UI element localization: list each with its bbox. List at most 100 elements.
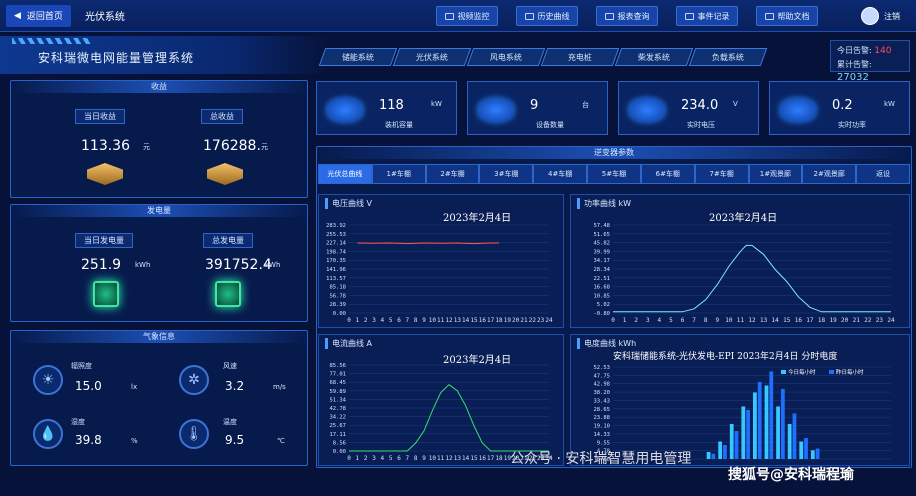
energy-bar	[753, 392, 757, 459]
y-tick-label: 38.20	[593, 390, 610, 396]
x-tick-label: 19	[504, 317, 512, 324]
logout-link[interactable]: 注销	[884, 11, 900, 22]
income-panel: 收益 当日收益 总收益 113.36 元 176288. 元	[10, 80, 308, 198]
tab-carport-6[interactable]: 6#车棚	[640, 164, 695, 184]
tab-gallery-1[interactable]: 1#观景廊	[748, 164, 803, 184]
x-tick-label: 23	[537, 317, 545, 324]
today-generation-value: 251.9	[81, 257, 122, 273]
tab-pv-total[interactable]: 光伏总曲线	[318, 164, 372, 184]
y-tick-label: 52.53	[593, 365, 610, 371]
x-tick-label: 14	[772, 317, 780, 324]
y-tick-label: 14.33	[593, 432, 610, 438]
x-tick-label: 16	[479, 317, 487, 324]
tab-reset[interactable]: 返设	[856, 164, 910, 184]
tab-carport-3[interactable]: 3#车棚	[479, 164, 534, 184]
x-tick-label: 9	[715, 317, 719, 324]
back-home-button[interactable]: ◀ 返回首页	[6, 4, 71, 27]
lightning-icon	[327, 98, 363, 122]
energy-bar	[746, 409, 750, 459]
nav-tab-diesel[interactable]: 柴发系统	[614, 48, 694, 66]
x-tick-label: 16	[479, 455, 487, 462]
tab-carport-5[interactable]: 5#车棚	[587, 164, 641, 184]
help-doc-button[interactable]: 帮助文档	[756, 6, 818, 26]
y-tick-label: 28.65	[593, 407, 610, 413]
video-monitor-button[interactable]: 视频监控	[436, 6, 498, 26]
y-tick-label: 16.68	[593, 285, 610, 291]
tab-carport-4[interactable]: 4#车棚	[533, 164, 588, 184]
nav-tab-storage[interactable]: 储能系统	[318, 48, 398, 66]
voltage-plot: 283.92 255.53 227.14 198.74 170.35 141.96 113.…	[326, 223, 553, 324]
x-tick-label: 24	[545, 317, 553, 324]
tab-carport-1[interactable]: 1#车棚	[371, 164, 426, 184]
x-tick-label: 3	[372, 317, 376, 324]
stat-card-voltage: 234.0 V 实时电压	[618, 81, 759, 135]
energy-bar	[787, 423, 792, 459]
nav-tab-wind[interactable]: 风电系统	[466, 48, 546, 66]
temperature-value: 9.5	[225, 433, 245, 447]
energy-bar	[764, 385, 769, 459]
user-avatar-icon[interactable]	[861, 7, 879, 25]
x-tick-label: 6	[397, 455, 401, 462]
y-tick-label: 39.99	[593, 249, 610, 255]
inverter-title: 逆变器参数	[317, 147, 911, 159]
x-tick-label: 18	[818, 317, 826, 324]
nav-tab-load[interactable]: 负载系统	[688, 48, 768, 66]
energy-bar	[810, 450, 815, 459]
back-arrow-icon: ◀	[14, 10, 21, 21]
total-income-value: 176288.	[203, 138, 261, 154]
energy-bar	[706, 451, 711, 459]
x-tick-label: 1	[356, 317, 360, 324]
x-tick-label: 21	[853, 317, 861, 324]
y-tick-label: 227.14	[326, 241, 347, 247]
energy-bar	[776, 406, 780, 459]
nav-tab-pv[interactable]: 光伏系统	[392, 48, 472, 66]
nav-tab-charger[interactable]: 充电桩	[540, 48, 620, 66]
x-tick-label: 24	[887, 317, 895, 324]
x-tick-label: 13	[760, 317, 768, 324]
x-tick-label: 20	[512, 317, 520, 324]
gold-box-icon	[207, 163, 243, 185]
x-tick-label: 23	[876, 317, 884, 324]
voltage-chart: 电压曲线 V 2023年2月4日 283.92 255.53 227.14 198.7…	[318, 194, 564, 328]
x-tick-label: 20	[841, 317, 849, 324]
y-tick-label: -0.80	[593, 311, 610, 317]
x-tick-label: 5	[669, 317, 673, 324]
x-tick-label: 1	[623, 317, 627, 324]
x-tick-label: 13	[454, 317, 462, 324]
x-tick-label: 11	[737, 317, 745, 324]
x-tick-label: 0	[347, 317, 351, 324]
x-tick-label: 4	[658, 317, 662, 324]
event-log-button[interactable]: 事件记录	[676, 6, 738, 26]
camera-icon	[444, 12, 454, 20]
history-curve-button[interactable]: 历史曲线	[516, 6, 578, 26]
power-chart: 功率曲线 kW 2023年2月4日 57.48 51.65 45.82 39.99 34…	[570, 194, 910, 328]
energy-chart: 电度曲线 kWh 安科瑞储能系统-光伏发电-EPI 2023年2月4日 分时电度…	[570, 334, 910, 466]
x-tick-label: 17	[806, 317, 814, 324]
y-tick-label: 77.01	[329, 372, 346, 378]
report-query-button[interactable]: 报表查询	[596, 6, 658, 26]
y-tick-label: 8.56	[333, 440, 346, 446]
x-tick-label: 2	[634, 317, 638, 324]
weather-panel: 气象信息 ☀ 辐照度 15.0 lx ✲ 风速 3.2 m/s 💧 湿度 39.…	[10, 330, 308, 466]
x-tick-label: 4	[381, 317, 385, 324]
tab-carport-7[interactable]: 7#车棚	[694, 164, 749, 184]
legend-label: 今日每小时	[788, 368, 816, 376]
tab-gallery-2[interactable]: 2#观景廊	[802, 164, 857, 184]
x-tick-label: 3	[372, 455, 376, 462]
x-tick-label: 19	[829, 317, 837, 324]
energy-bar	[757, 381, 762, 459]
y-tick-label: 34.22	[329, 415, 346, 421]
x-tick-label: 16	[795, 317, 803, 324]
tab-carport-2[interactable]: 2#车棚	[425, 164, 480, 184]
x-tick-label: 0	[611, 317, 615, 324]
chart-icon	[524, 12, 534, 20]
weather-title: 气象信息	[11, 331, 307, 343]
y-tick-label: 42.98	[593, 382, 610, 388]
x-tick-label: 18	[495, 317, 503, 324]
today-income-value: 113.36	[81, 138, 130, 154]
energy-bar	[815, 448, 820, 459]
x-tick-label: 15	[783, 317, 791, 324]
pulse-icon	[780, 98, 816, 122]
generation-panel: 发电量 当日发电量 总发电量 251.9 kWh 391752.4 kWh	[10, 204, 308, 322]
x-tick-label: 18	[495, 455, 503, 462]
